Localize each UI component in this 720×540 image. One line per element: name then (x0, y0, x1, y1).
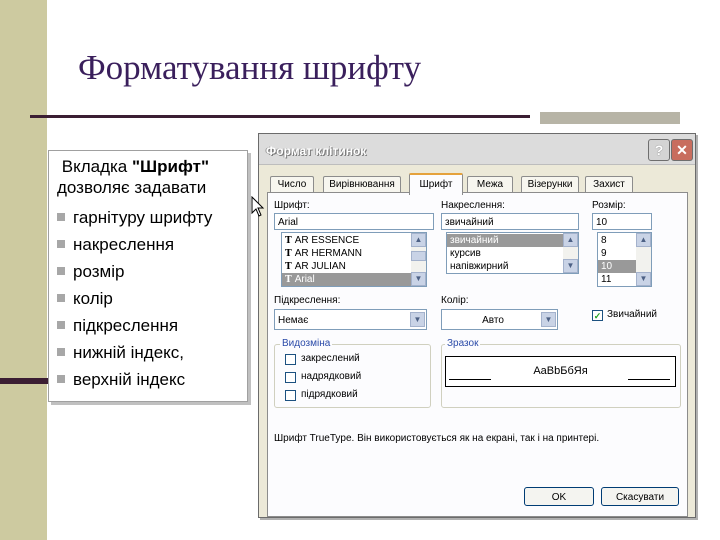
tab-number[interactable]: Число (270, 176, 314, 193)
tab-font[interactable]: Шрифт (409, 173, 463, 195)
font-list-item[interactable]: T AR HERMANN (282, 247, 411, 260)
scroll-thumb[interactable] (411, 251, 426, 261)
size-list-scrollbar[interactable]: ▲ ▼ (636, 233, 651, 286)
scroll-down-icon[interactable]: ▼ (411, 272, 426, 286)
truetype-icon: T (285, 249, 292, 259)
style-list-item-selected[interactable]: звичайний (447, 234, 563, 247)
preview-baseline-left (449, 379, 491, 380)
font-list-item-label: Arial (294, 274, 315, 285)
truetype-icon: T (285, 262, 292, 272)
style-list-item[interactable]: напівжирний (447, 260, 563, 273)
size-list-item[interactable]: 11 (598, 273, 636, 286)
scroll-down-icon[interactable]: ▼ (636, 272, 651, 286)
color-value: Авто (482, 315, 504, 326)
style-label: Накреслення: (441, 200, 505, 211)
style-list-item[interactable]: курсив (447, 247, 563, 260)
font-list-item-selected[interactable]: T Arial (282, 273, 411, 286)
slide-title: Форматування шрифту (78, 48, 422, 87)
list-item: колір (57, 285, 247, 312)
superscript-checkbox[interactable] (285, 372, 296, 383)
list-item: накреслення (57, 231, 247, 258)
list-item: підкреслення (57, 312, 247, 339)
description-textbox: Вкладка "Шрифт" дозволяє задавати гарніт… (48, 150, 248, 402)
tab-patterns[interactable]: Візерунки (521, 176, 579, 193)
color-label: Колір: (441, 295, 469, 306)
dialog-titlebar: Формат клітинок ? ✕ (259, 134, 695, 165)
title-underline-accent (540, 112, 680, 124)
color-select[interactable]: Авто ▼ (441, 309, 558, 330)
preview-baseline-right (628, 379, 670, 380)
description-lead: Вкладка (61, 157, 132, 176)
normal-font-label: Звичайний (607, 309, 657, 320)
underline-label: Підкреслення: (274, 295, 341, 306)
underline-select[interactable]: Немає ▼ (274, 309, 427, 330)
scroll-up-icon[interactable]: ▲ (563, 233, 578, 247)
scroll-up-icon[interactable]: ▲ (411, 233, 426, 247)
tab-border[interactable]: Межа (467, 176, 513, 193)
scroll-up-icon[interactable]: ▲ (636, 233, 651, 247)
chevron-down-icon[interactable]: ▼ (541, 312, 556, 327)
decor-line (0, 378, 50, 384)
style-input[interactable]: звичайний (441, 213, 579, 230)
description-rest: дозволяє задавати (57, 178, 207, 197)
scroll-down-icon[interactable]: ▼ (563, 259, 578, 273)
help-button[interactable]: ? (648, 139, 670, 161)
size-list-item[interactable]: 9 (598, 247, 636, 260)
strikethrough-checkbox[interactable] (285, 354, 296, 365)
tab-protection[interactable]: Захист (585, 176, 633, 193)
description-bold: "Шрифт" (131, 157, 209, 176)
preview-box: AaBbБбЯя (445, 356, 676, 387)
tab-alignment[interactable]: Вирівнювання (323, 176, 401, 193)
ok-button[interactable]: OK (524, 487, 594, 506)
font-list-item[interactable]: T AR ESSENCE (282, 234, 411, 247)
effects-caption: Видозміна (280, 338, 333, 349)
size-label: Розмір: (592, 200, 626, 211)
font-list-item-label: AR ESSENCE (294, 235, 360, 246)
preview-caption: Зразок (445, 338, 481, 349)
font-list-item-label: AR JULIAN (294, 261, 346, 272)
dialog-title: Формат клітинок (266, 144, 367, 158)
size-input[interactable]: 10 (592, 213, 652, 230)
list-item: розмір (57, 258, 247, 285)
close-button[interactable]: ✕ (671, 139, 693, 161)
font-input[interactable]: Arial (274, 213, 434, 230)
subscript-checkbox[interactable] (285, 390, 296, 401)
size-list-item-selected[interactable]: 10 (598, 260, 636, 273)
font-list-item[interactable]: T AR JULIAN (282, 260, 411, 273)
size-list-item[interactable]: 8 (598, 234, 636, 247)
format-cells-dialog: Формат клітинок ? ✕ Число Вирівнювання Ш… (258, 133, 696, 518)
list-item: нижній індекс, (57, 339, 247, 366)
font-list[interactable]: T AR ESSENCE T AR HERMANN T AR JULIAN T Aria… (281, 232, 427, 287)
normal-font-checkbox[interactable]: ✓ (592, 310, 603, 321)
truetype-icon: T (285, 275, 292, 285)
chevron-down-icon[interactable]: ▼ (410, 312, 425, 327)
description-heading: Вкладка "Шрифт" дозволяє задавати (49, 151, 247, 198)
strikethrough-label: закреслений (301, 353, 360, 364)
subscript-label: підрядковий (301, 389, 358, 400)
mouse-cursor-icon (251, 196, 265, 217)
underline-value: Немає (278, 315, 309, 326)
superscript-label: надрядковий (301, 371, 362, 382)
feature-list: гарнітуру шрифту накреслення розмір колі… (49, 204, 247, 393)
style-list[interactable]: звичайний курсив напівжирний ▲ ▼ (446, 232, 579, 274)
title-underline (30, 115, 530, 118)
font-list-scrollbar[interactable]: ▲ ▼ (411, 233, 426, 286)
size-list[interactable]: 8 9 10 11 ▲ ▼ (597, 232, 652, 287)
font-tab-page: Шрифт: Arial T AR ESSENCE T AR HERMANN T AR… (267, 192, 688, 517)
font-list-item-label: AR HERMANN (294, 248, 362, 259)
font-label: Шрифт: (274, 200, 310, 211)
truetype-icon: T (285, 236, 292, 246)
style-list-scrollbar[interactable]: ▲ ▼ (563, 233, 578, 273)
font-info-text: Шрифт TrueType. Він використовується як … (274, 433, 600, 444)
list-item: гарнітуру шрифту (57, 204, 247, 231)
list-item: верхній індекс (57, 366, 247, 393)
left-decor-band (0, 0, 47, 540)
cancel-button[interactable]: Скасувати (601, 487, 679, 506)
